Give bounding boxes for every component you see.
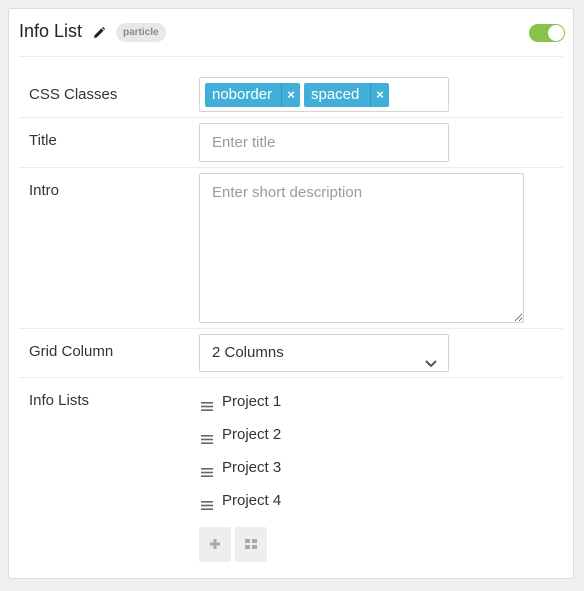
list-item-label: Project 2 <box>222 426 282 443</box>
row-divider <box>19 167 563 168</box>
info-lists-label: Info Lists <box>29 392 90 409</box>
info-list-panel: Info List particle CSS Classes noborder … <box>8 8 574 579</box>
header-divider <box>19 56 563 57</box>
collection-view-button[interactable] <box>235 527 267 562</box>
intro-textarea[interactable] <box>199 173 524 323</box>
tag-remove-button[interactable]: × <box>281 83 300 107</box>
drag-handle-icon[interactable] <box>201 398 213 411</box>
list-item-label: Project 1 <box>222 393 282 410</box>
grid-column-select[interactable]: 2 Columns <box>199 334 449 372</box>
title-label: Title <box>29 132 57 149</box>
tag-label: noborder <box>212 86 273 103</box>
grid-column-label: Grid Column <box>29 343 114 360</box>
tag-label: spaced <box>311 86 360 103</box>
row-divider <box>19 377 563 378</box>
list-item-label: Project 3 <box>222 459 282 476</box>
drag-handle-icon[interactable] <box>201 464 213 477</box>
enabled-toggle[interactable] <box>529 24 565 42</box>
tag-spaced: spaced × <box>304 83 389 107</box>
add-item-button[interactable] <box>199 527 231 562</box>
css-classes-tag-input[interactable]: noborder × spaced × <box>199 77 449 112</box>
toggle-knob <box>548 25 564 41</box>
panel-title: Info List <box>19 21 83 41</box>
intro-label: Intro <box>29 182 60 199</box>
tag-noborder: noborder × <box>205 83 300 107</box>
grid-column-value: 2 Columns <box>212 344 284 361</box>
drag-handle-icon[interactable] <box>201 497 213 510</box>
drag-handle-icon[interactable] <box>201 431 213 444</box>
title-input[interactable] <box>199 123 449 162</box>
grid-icon <box>245 539 257 549</box>
row-divider <box>19 117 563 118</box>
list-item-label: Project 4 <box>222 492 282 509</box>
css-classes-label: CSS Classes <box>29 86 118 103</box>
panel-header: Info List particle <box>9 9 573 57</box>
row-divider <box>19 328 563 329</box>
plus-icon <box>210 539 220 549</box>
pencil-icon[interactable] <box>93 26 105 38</box>
chevron-down-icon <box>424 347 438 368</box>
tag-remove-button[interactable]: × <box>370 83 389 107</box>
particle-badge: particle <box>116 23 166 42</box>
